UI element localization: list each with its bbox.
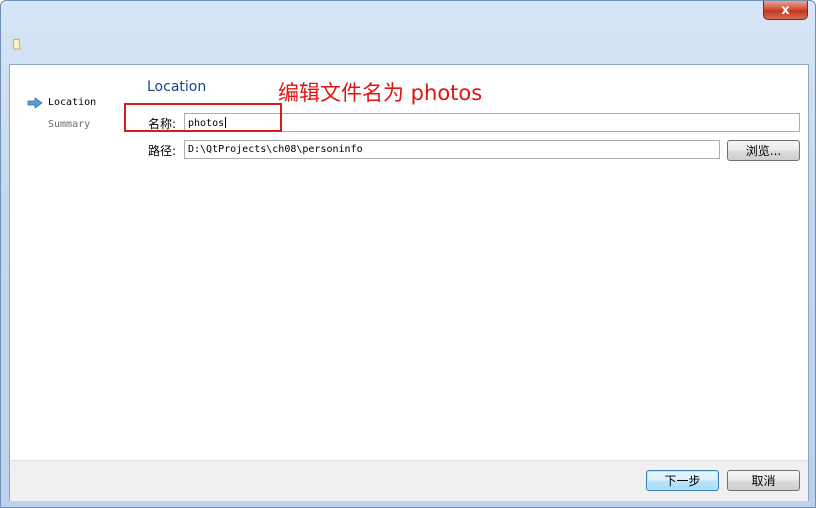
cancel-button[interactable]: 取消 <box>727 470 800 491</box>
sidebar-step-location: Location <box>48 97 97 108</box>
wizard-content: Location Summary Location 编辑文件名为 photos … <box>9 64 809 501</box>
sidebar-step-summary: Summary <box>48 119 91 130</box>
page-title: Location <box>147 79 207 95</box>
button-bar: 下一步 取消 <box>10 460 808 501</box>
close-button[interactable]: x <box>763 1 808 20</box>
dialog-window: x Location Summary Location 编辑文件名为 photo… <box>0 0 816 508</box>
path-input[interactable]: D:\QtProjects\ch08\personinfo <box>184 140 720 159</box>
close-icon: x <box>781 2 790 18</box>
annotation-text: 编辑文件名为 photos <box>278 81 483 105</box>
next-button[interactable]: 下一步 <box>646 470 719 491</box>
path-label: 路径: <box>148 144 177 158</box>
annotation-highlight-box <box>124 103 282 132</box>
arrow-right-icon <box>27 97 43 109</box>
browse-button[interactable]: 浏览... <box>727 140 800 161</box>
window-icon <box>12 38 21 50</box>
